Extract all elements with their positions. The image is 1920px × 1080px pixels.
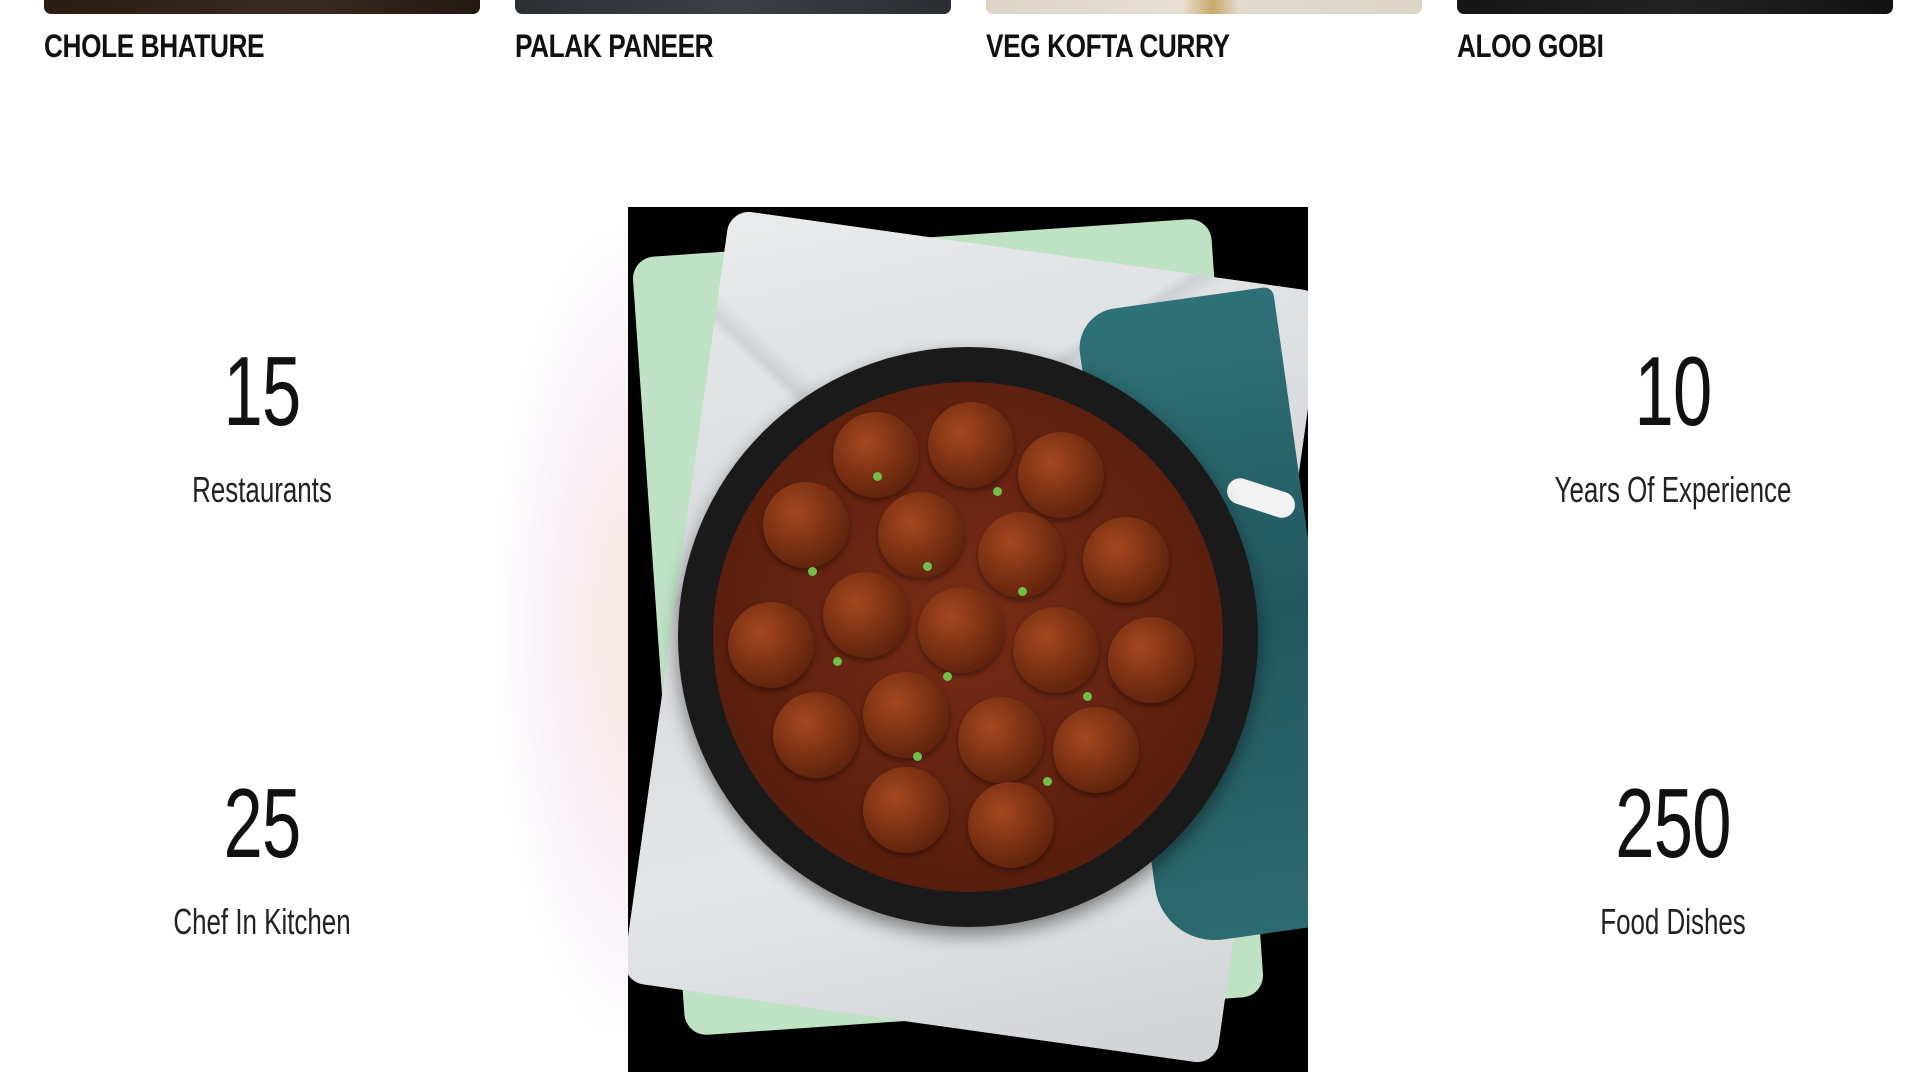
kofta-ball xyxy=(928,402,1014,488)
kofta-ball xyxy=(823,572,909,658)
kofta-ball xyxy=(763,482,849,568)
dish-title[interactable]: ALOO GOBI xyxy=(1457,24,1604,68)
stat-label: Food Dishes xyxy=(1600,901,1746,942)
stat-number: 15 xyxy=(223,336,301,446)
dish-card-palak-paneer[interactable]: PALAK PANEER xyxy=(515,0,951,80)
kofta-ball xyxy=(863,672,949,758)
kofta-ball xyxy=(918,587,1004,673)
dish-image[interactable] xyxy=(515,0,951,14)
garnish xyxy=(993,487,1002,496)
kofta-ball xyxy=(958,697,1044,783)
dish-image[interactable] xyxy=(986,0,1422,14)
kofta-ball xyxy=(773,692,859,778)
dish-card-aloo-gobi[interactable]: ALOO GOBI xyxy=(1457,0,1893,80)
kofta-ball xyxy=(1018,432,1104,518)
stat-restaurants: 15 Restaurants xyxy=(52,336,472,512)
dish-title[interactable]: VEG KOFTA CURRY xyxy=(986,24,1230,68)
kofta-ball xyxy=(978,512,1064,598)
stat-number: 250 xyxy=(1615,768,1731,878)
stat-number: 10 xyxy=(1634,336,1712,446)
garnish xyxy=(943,672,952,681)
curry-sauce xyxy=(713,382,1223,892)
kofta-ball xyxy=(728,602,814,688)
garnish xyxy=(833,657,842,666)
featured-dish-image xyxy=(628,207,1308,1072)
dish-image[interactable] xyxy=(44,0,480,14)
stat-number: 25 xyxy=(223,768,301,878)
garnish xyxy=(808,567,817,576)
kofta-ball xyxy=(1083,517,1169,603)
background-glow xyxy=(500,230,640,1030)
stat-label: Years Of Experience xyxy=(1554,469,1792,510)
garnish xyxy=(1018,587,1027,596)
dish-title[interactable]: PALAK PANEER xyxy=(515,24,714,68)
dish-card-chole-bhature[interactable]: CHOLE BHATURE xyxy=(44,0,480,80)
garnish xyxy=(913,752,922,761)
garnish xyxy=(873,472,882,481)
stat-food-dishes: 250 Food Dishes xyxy=(1463,768,1883,944)
kofta-ball xyxy=(1013,607,1099,693)
kofta-ball xyxy=(863,767,949,853)
kofta-ball xyxy=(1053,707,1139,793)
kofta-ball xyxy=(968,782,1054,868)
garnish xyxy=(1043,777,1052,786)
stat-chefs: 25 Chef In Kitchen xyxy=(52,768,472,944)
kofta-ball xyxy=(1108,617,1194,703)
kofta-ball xyxy=(878,492,964,578)
dish-image[interactable] xyxy=(1457,0,1893,14)
stat-label: Chef In Kitchen xyxy=(173,901,351,942)
stat-label: Restaurants xyxy=(192,469,332,510)
cast-iron-pan xyxy=(678,347,1258,927)
kofta-ball xyxy=(833,412,919,498)
garnish xyxy=(923,562,932,571)
dish-title[interactable]: CHOLE BHATURE xyxy=(44,24,265,68)
stat-years-experience: 10 Years Of Experience xyxy=(1463,336,1883,512)
garnish xyxy=(1083,692,1092,701)
dish-card-row: CHOLE BHATURE PALAK PANEER VEG KOFTA CUR… xyxy=(0,0,1920,80)
dish-card-veg-kofta-curry[interactable]: VEG KOFTA CURRY xyxy=(986,0,1422,80)
